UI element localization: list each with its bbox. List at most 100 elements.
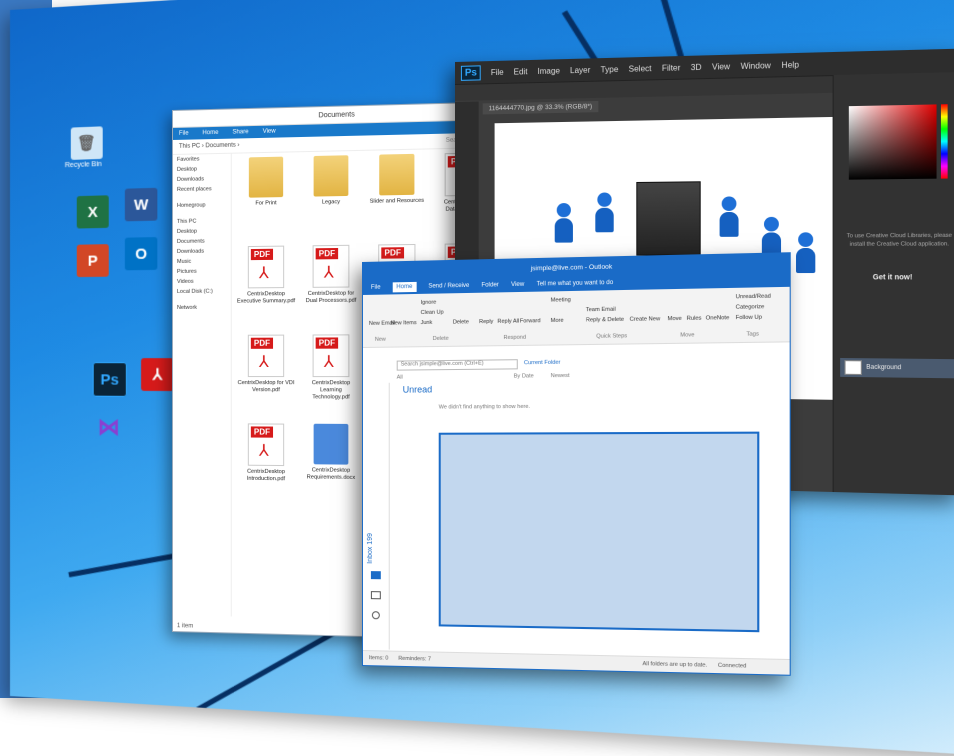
nav-item[interactable]: Network [173, 303, 231, 313]
inbox-folder[interactable]: Inbox 199 [367, 533, 374, 564]
ps-menu-item[interactable]: Type [601, 64, 619, 74]
ps-menu-item[interactable]: Image [538, 66, 560, 76]
folder-file-item[interactable]: Legacy [299, 155, 362, 243]
outlook-title: jsimple@live.com - Outlook [530, 262, 613, 272]
visual-studio-icon[interactable]: ⋈ [93, 411, 125, 444]
follow-up-button[interactable]: Follow Up [736, 315, 762, 322]
tab-send-receive[interactable]: Send / Receive [428, 283, 469, 290]
categorize-button[interactable]: Categorize [736, 304, 765, 311]
ps-menu-item[interactable]: File [491, 67, 504, 76]
pdf-file-item[interactable]: PDF ⅄ CentrixDesktop Learning Technology.p… [299, 334, 362, 422]
group-respond: Respond [503, 334, 527, 342]
pdf-file-item[interactable]: PDF ⅄ CentrixDesktop Introduction.pdf [235, 423, 298, 510]
pdf-file-item[interactable]: PDF ⅄ CentrixDesktop Executive Summary.pdf [235, 245, 298, 332]
ps-menu-item[interactable]: Window [741, 60, 771, 70]
reply-button[interactable]: Reply [479, 319, 493, 325]
tell-me-box[interactable]: Tell me what you want to do [537, 280, 614, 288]
nav-item[interactable]: Local Disk (C:) [173, 287, 231, 297]
ps-menu-item[interactable]: View [712, 61, 730, 71]
new-items-button[interactable]: New Items [391, 320, 417, 326]
filter-all[interactable]: All [397, 375, 403, 381]
recycle-bin-icon[interactable]: 🗑 [70, 126, 103, 160]
nav-item[interactable]: Music [173, 256, 231, 267]
junk-button[interactable]: Junk [421, 320, 433, 326]
person-figure [761, 216, 782, 258]
current-folder-dropdown[interactable]: Current Folder [524, 360, 560, 367]
tab-file[interactable]: File [371, 285, 381, 291]
group-move: Move [680, 332, 695, 339]
folder-icon [248, 156, 284, 198]
status-connection: Connected [717, 662, 747, 670]
people-icon[interactable] [371, 611, 380, 620]
folder-file-item[interactable]: For Print [235, 156, 298, 244]
word-icon[interactable]: W [124, 187, 158, 222]
nav-item[interactable]: Recent places [173, 184, 231, 195]
doc-file-item[interactable]: CentrixDesktop Requirements.docx [299, 423, 362, 512]
move-button[interactable]: Move [668, 316, 682, 322]
address-path[interactable]: This PC › Documents › [179, 142, 240, 149]
nav-item[interactable]: Downloads [173, 246, 231, 257]
tab-share[interactable]: Share [230, 129, 250, 136]
pdf-file-icon: PDF⅄ [247, 334, 285, 378]
file-name: For Print [255, 200, 277, 207]
mail-icon[interactable] [370, 571, 381, 580]
libraries-message: To use Creative Cloud Libraries, please … [846, 232, 953, 248]
unread-read-button[interactable]: Unread/Read [736, 293, 771, 300]
nav-item[interactable]: Documents [173, 236, 231, 247]
mail-search-input[interactable]: Search jsimple@live.com (Ctrl+E) [396, 359, 518, 371]
excel-icon[interactable]: X [76, 195, 109, 229]
pdf-file-item[interactable]: PDF ⅄ CentrixDesktop for VDI Version.pdf [235, 334, 298, 422]
calendar-icon[interactable] [370, 591, 381, 600]
nav-item[interactable]: Homegroup [173, 200, 231, 211]
reply-all-button[interactable]: Reply All [497, 318, 519, 324]
group-quick-steps: Quick Steps [596, 333, 628, 340]
group-delete: Delete [432, 335, 449, 343]
color-picker[interactable] [848, 104, 937, 180]
meeting-button[interactable]: Meeting [551, 297, 571, 304]
create-new-button[interactable]: Create New [630, 316, 661, 323]
rules-button[interactable]: Rules [687, 316, 702, 322]
tab-folder[interactable]: Folder [482, 282, 499, 288]
ps-menu-item[interactable]: Select [629, 63, 652, 73]
ps-document-tab[interactable]: 1164444770.jpg @ 33.3% (RGB/8*) [482, 100, 599, 115]
ps-menu-item[interactable]: Layer [570, 65, 590, 75]
empty-message: We didn't find anything to show here. [438, 403, 531, 411]
nav-item[interactable]: Pictures [173, 266, 231, 277]
ps-menu-item[interactable]: 3D [691, 62, 702, 72]
tab-home[interactable]: Home [392, 281, 417, 293]
ignore-button[interactable]: Ignore [421, 300, 437, 306]
reply-delete-button[interactable]: Reply & Delete [586, 317, 624, 324]
folder-icon [313, 155, 349, 197]
filter-unread[interactable]: Unread [403, 384, 433, 394]
layer-row[interactable]: Background [840, 357, 954, 379]
person-figure [719, 196, 739, 237]
photoshop-icon[interactable]: Ps [92, 362, 127, 397]
onenote-button[interactable]: OneNote [706, 315, 730, 322]
status-items: Items: 0 [368, 655, 389, 662]
file-name: Slider and Resources [369, 197, 425, 205]
tab-view[interactable]: View [261, 128, 278, 135]
ps-menu-item[interactable]: Help [781, 60, 799, 70]
powerpoint-icon[interactable]: P [76, 244, 109, 278]
clean-up-button[interactable]: Clean Up [421, 310, 444, 316]
status-reminders[interactable]: Reminders: 7 [398, 656, 431, 663]
sort-by-date[interactable]: By Date [514, 373, 534, 379]
acrobat-icon[interactable]: ⅄ [141, 358, 174, 392]
folder-file-item[interactable]: Slider and Resources [365, 153, 429, 243]
ps-menu-item[interactable]: Filter [662, 63, 680, 73]
nav-item[interactable]: Videos [173, 276, 231, 287]
tab-view[interactable]: View [511, 282, 524, 288]
outlook-icon[interactable]: O [124, 237, 158, 271]
delete-button[interactable]: Delete [453, 319, 469, 325]
sort-order[interactable]: Newest [551, 373, 570, 379]
outlook-ribbon: New Email New Items Ignore Clean Up Junk… [362, 286, 790, 348]
tab-file[interactable]: File [177, 131, 191, 137]
more-button[interactable]: More [551, 318, 564, 324]
ps-menu-item[interactable]: Edit [514, 67, 528, 76]
pdf-file-item[interactable]: PDF ⅄ CentrixDesktop for Dual Processors.p… [299, 244, 362, 333]
tab-home[interactable]: Home [200, 130, 220, 136]
hue-slider[interactable] [940, 104, 948, 179]
team-email-button[interactable]: Team Email [586, 307, 616, 314]
forward-button[interactable]: Forward [520, 318, 541, 324]
get-it-now-link[interactable]: Get it now! [873, 274, 913, 281]
